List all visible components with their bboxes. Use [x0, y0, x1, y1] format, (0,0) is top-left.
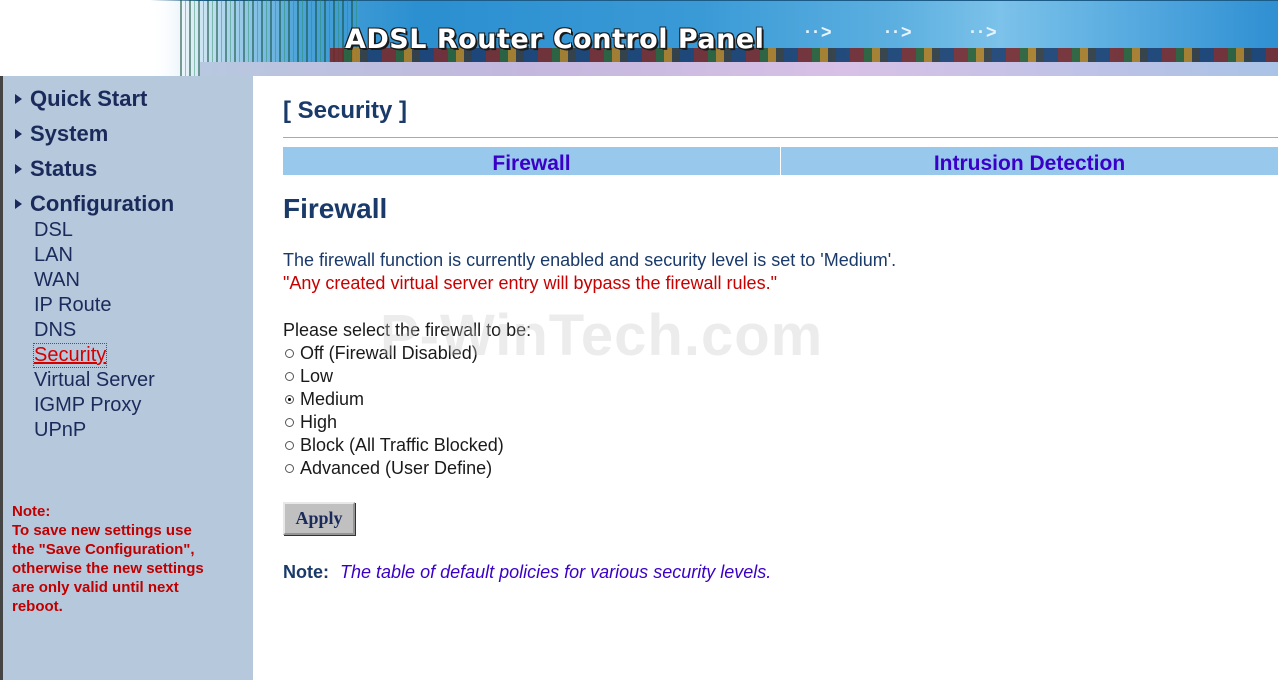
note-line: reboot. — [12, 598, 63, 615]
note-line: are only valid until next — [12, 579, 179, 596]
bullet-arrow-icon — [12, 162, 24, 174]
banner-fade — [0, 0, 200, 76]
radio-button-checked[interactable] — [285, 395, 294, 404]
radio-option-high[interactable]: High — [285, 412, 337, 433]
sidebar-item-label: Status — [30, 156, 98, 181]
radio-label: Off (Firewall Disabled) — [300, 343, 478, 363]
sidebar-subitem-virtual-server[interactable]: Virtual Server — [34, 369, 155, 392]
sidebar-subitem-upnp[interactable]: UPnP — [34, 419, 86, 442]
firewall-select-label: Please select the firewall to be: — [283, 320, 532, 340]
save-settings-note: Note: To save new settings use the "Save… — [12, 502, 242, 616]
sidebar: Quick Start System Status Configuration … — [0, 76, 253, 680]
sidebar-item-label: Quick Start — [30, 86, 148, 111]
radio-button[interactable] — [285, 349, 294, 358]
radio-option-medium[interactable]: Medium — [285, 389, 364, 410]
note-line: otherwise the new settings — [12, 560, 204, 577]
tab-bar: Firewall Intrusion Detection — [283, 147, 1278, 175]
title-divider — [283, 137, 1278, 138]
radio-option-block[interactable]: Block (All Traffic Blocked) — [285, 435, 504, 456]
sidebar-item-status[interactable]: Status — [12, 156, 98, 182]
radio-label: Advanced (User Define) — [300, 458, 493, 478]
header-banner: ADSL Router Control Panel ··> ··> ··> — [0, 0, 1278, 76]
radio-option-off[interactable]: Off (Firewall Disabled) — [285, 343, 478, 364]
note-label: Note: — [283, 562, 329, 582]
bullet-arrow-icon — [12, 197, 24, 209]
sidebar-subitem-security[interactable]: Security — [32, 343, 108, 368]
radio-button[interactable] — [285, 464, 294, 473]
tab-intrusion-detection[interactable]: Intrusion Detection — [780, 147, 1278, 175]
banner-title: ADSL Router Control Panel — [345, 24, 765, 55]
note-line: To save new settings use — [12, 522, 192, 539]
arrow-decoration: ··> — [885, 22, 914, 42]
note-heading: Note: — [12, 503, 51, 520]
sidebar-subitem-lan[interactable]: LAN — [34, 244, 73, 267]
radio-label: Low — [300, 366, 334, 386]
note-line: the "Save Configuration", — [12, 541, 195, 558]
radio-button[interactable] — [285, 418, 294, 427]
page-title: [ Security ] — [283, 97, 408, 124]
sidebar-item-label: Configuration — [30, 191, 175, 216]
section-title: Firewall — [283, 193, 388, 224]
apply-button[interactable]: Apply — [283, 502, 355, 535]
virtual-server-warning: "Any created virtual server entry will b… — [283, 273, 777, 293]
policy-note: Note: The table of default policies for … — [283, 562, 771, 583]
radio-option-advanced[interactable]: Advanced (User Define) — [285, 458, 492, 479]
firewall-status-text: The firewall function is currently enabl… — [283, 250, 897, 270]
sidebar-item-system[interactable]: System — [12, 121, 109, 147]
main-content: [ Security ] Firewall Intrusion Detectio… — [283, 76, 1278, 680]
bullet-arrow-icon — [12, 127, 24, 139]
banner-bottom-band — [200, 62, 1278, 76]
sidebar-subitem-wan[interactable]: WAN — [34, 269, 80, 292]
sidebar-item-label: System — [30, 121, 109, 146]
radio-button[interactable] — [285, 372, 294, 381]
radio-button[interactable] — [285, 441, 294, 450]
radio-label: High — [300, 412, 338, 432]
sidebar-item-configuration[interactable]: Configuration — [12, 191, 175, 217]
default-policies-link[interactable]: The table of default policies for variou… — [340, 562, 771, 582]
sidebar-subitem-ip-route[interactable]: IP Route — [34, 294, 111, 317]
tab-firewall[interactable]: Firewall — [283, 147, 780, 175]
radio-label: Block (All Traffic Blocked) — [300, 435, 504, 455]
sidebar-subitem-dsl[interactable]: DSL — [34, 219, 73, 242]
radio-label: Medium — [300, 389, 365, 409]
bullet-arrow-icon — [12, 92, 24, 104]
sidebar-item-quick-start[interactable]: Quick Start — [12, 86, 148, 112]
sidebar-subitem-dns[interactable]: DNS — [34, 319, 76, 342]
arrow-decoration: ··> — [805, 22, 834, 42]
radio-option-low[interactable]: Low — [285, 366, 333, 387]
sidebar-subitem-igmp-proxy[interactable]: IGMP Proxy — [34, 394, 141, 417]
arrow-decoration: ··> — [970, 22, 999, 42]
